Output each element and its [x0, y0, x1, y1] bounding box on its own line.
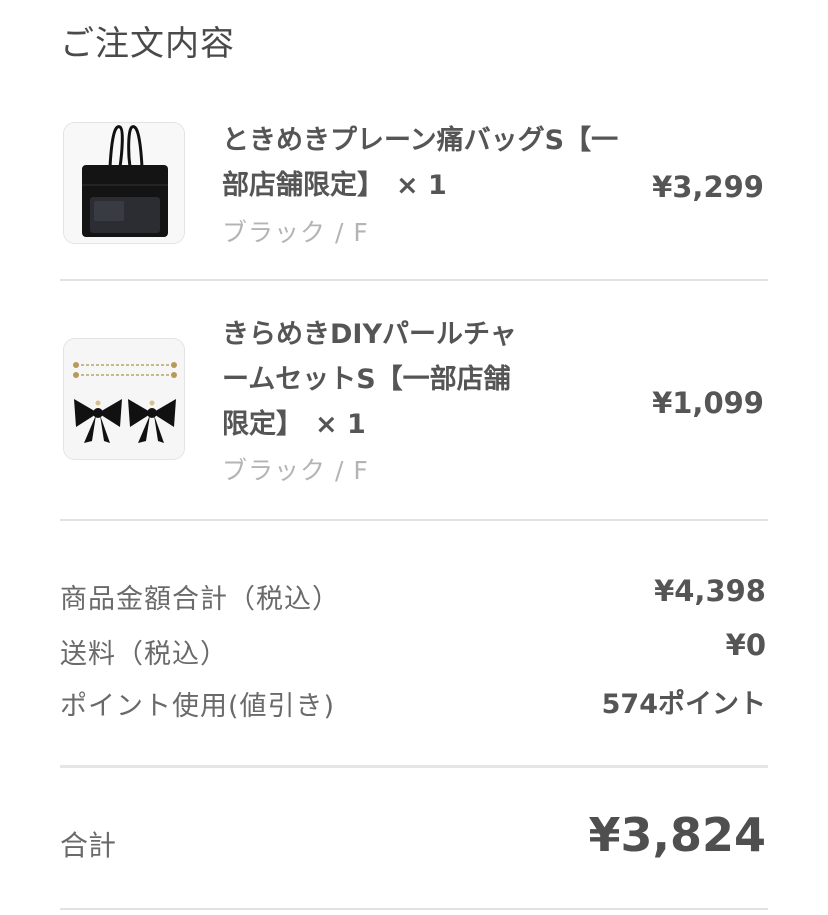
- divider: [60, 908, 768, 910]
- page-title: ご注文内容: [60, 24, 235, 64]
- subtotal-label: 商品金額合計（税込）: [60, 584, 340, 615]
- product-variant: ブラック / F: [222, 218, 369, 247]
- divider: [60, 279, 768, 281]
- tote-bag-image: [64, 123, 184, 243]
- product-name[interactable]: ときめきプレーン痛バッグS【一部店舗限定】 × 1: [222, 118, 622, 208]
- product-price: ¥3,299: [652, 170, 764, 204]
- points-label: ポイント使用(値引き): [60, 691, 336, 722]
- product-variant: ブラック / F: [222, 456, 369, 485]
- divider: [60, 519, 768, 521]
- total-value: ¥3,824: [588, 808, 766, 862]
- product-name[interactable]: きらめきDIYパールチャームセットS【一部店舗限定】 × 1: [222, 312, 522, 447]
- product-quantity: × 1: [315, 409, 366, 440]
- subtotal-value: ¥4,398: [654, 574, 766, 608]
- product-name-text: きらめきDIYパールチャームセットS【一部店舗限定】: [222, 319, 517, 440]
- shipping-value: ¥0: [725, 628, 766, 662]
- product-thumbnail-tote-bag[interactable]: [63, 122, 185, 244]
- shipping-label: 送料（税込）: [60, 639, 228, 670]
- product-price: ¥1,099: [652, 386, 764, 420]
- points-value: 574ポイント: [601, 689, 766, 720]
- charm-set-image: [64, 339, 184, 459]
- total-label: 合計: [60, 829, 117, 862]
- product-quantity: × 1: [396, 170, 447, 201]
- divider: [60, 765, 768, 768]
- product-thumbnail-charm-set[interactable]: [63, 338, 185, 460]
